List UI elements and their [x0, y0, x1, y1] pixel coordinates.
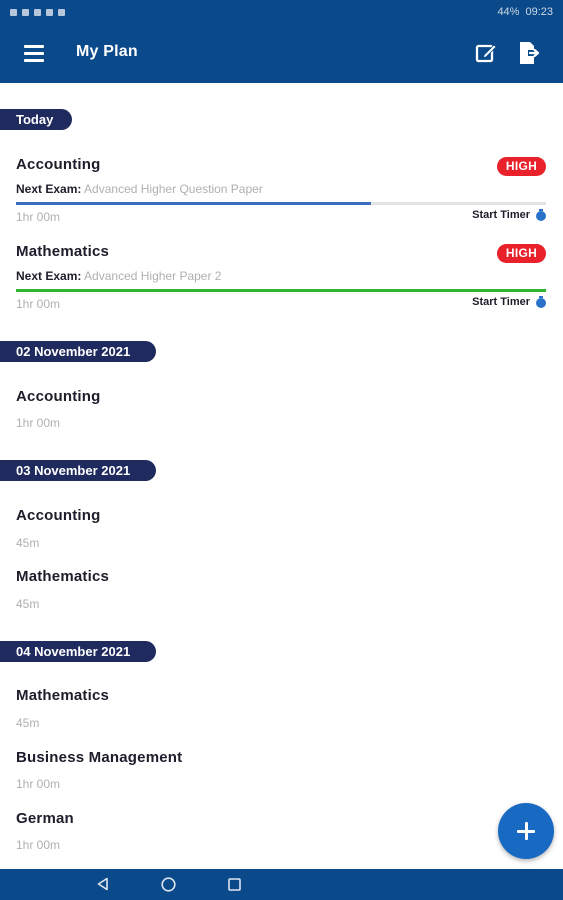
subject-title[interactable]: Mathematics: [16, 687, 109, 704]
edit-icon[interactable]: [474, 41, 498, 65]
duration: 1hr 00m: [16, 838, 61, 852]
add-button[interactable]: [498, 803, 554, 859]
start-timer-button[interactable]: Start Timer: [472, 209, 546, 221]
app-bar: My Plan: [0, 24, 563, 83]
progress-bar: [16, 289, 546, 292]
notification-icons: [10, 8, 65, 16]
subject-title[interactable]: Business Management: [16, 749, 182, 766]
status-indicators: 44% 09:23: [497, 6, 553, 18]
date-header: 04 November 2021: [0, 641, 156, 662]
next-exam: Next Exam: Advanced Higher Paper 2: [16, 269, 221, 283]
home-icon[interactable]: [161, 877, 176, 892]
progress-fill: [16, 289, 546, 292]
notification-icon: [46, 8, 53, 16]
duration: 1hr 00m: [16, 777, 61, 791]
progress-fill: [16, 202, 372, 205]
next-exam-label: Next Exam:: [16, 269, 82, 283]
stopwatch-icon: [536, 209, 546, 221]
start-timer-label: Start Timer: [472, 209, 530, 221]
system-nav-bar: [0, 869, 563, 900]
stopwatch-icon: [536, 296, 546, 308]
date-header: 03 November 2021: [0, 460, 156, 481]
progress-bar: [16, 202, 546, 205]
menu-icon[interactable]: [24, 45, 44, 62]
clock: 09:23: [525, 6, 553, 18]
export-icon[interactable]: [517, 40, 541, 66]
date-header: Today: [0, 109, 72, 130]
notification-icon: [10, 8, 17, 16]
next-exam: Next Exam: Advanced Higher Question Pape…: [16, 182, 263, 196]
plan-list[interactable]: Today Accounting HIGH Next Exam: Advance…: [0, 83, 563, 869]
start-timer-button[interactable]: Start Timer: [472, 296, 546, 308]
duration: 1hr 00m: [16, 210, 61, 224]
next-exam-value: Advanced Higher Question Paper: [84, 182, 263, 196]
recents-icon[interactable]: [228, 878, 241, 891]
duration: 45m: [16, 597, 40, 611]
notification-icon: [22, 8, 29, 16]
duration: 45m: [16, 536, 40, 550]
back-icon[interactable]: [96, 877, 110, 891]
duration: 1hr 00m: [16, 297, 61, 311]
notification-icon: [58, 8, 65, 16]
next-exam-value: Advanced Higher Paper 2: [84, 269, 222, 283]
subject-title[interactable]: Accounting: [16, 156, 101, 173]
subject-title[interactable]: Mathematics: [16, 568, 109, 585]
next-exam-label: Next Exam:: [16, 182, 82, 196]
priority-badge: HIGH: [497, 244, 546, 263]
start-timer-label: Start Timer: [472, 296, 530, 308]
battery-level: 44%: [497, 6, 520, 18]
priority-badge: HIGH: [497, 157, 546, 176]
subject-title[interactable]: Accounting: [16, 388, 101, 405]
subject-title[interactable]: German: [16, 810, 74, 827]
date-header: 02 November 2021: [0, 341, 156, 362]
duration: 45m: [16, 716, 40, 730]
duration: 1hr 00m: [16, 416, 61, 430]
subject-title[interactable]: Mathematics: [16, 243, 109, 260]
status-bar: 44% 09:23: [0, 0, 563, 24]
notification-icon: [34, 8, 41, 16]
page-title: My Plan: [76, 43, 138, 60]
subject-title[interactable]: Accounting: [16, 507, 101, 524]
